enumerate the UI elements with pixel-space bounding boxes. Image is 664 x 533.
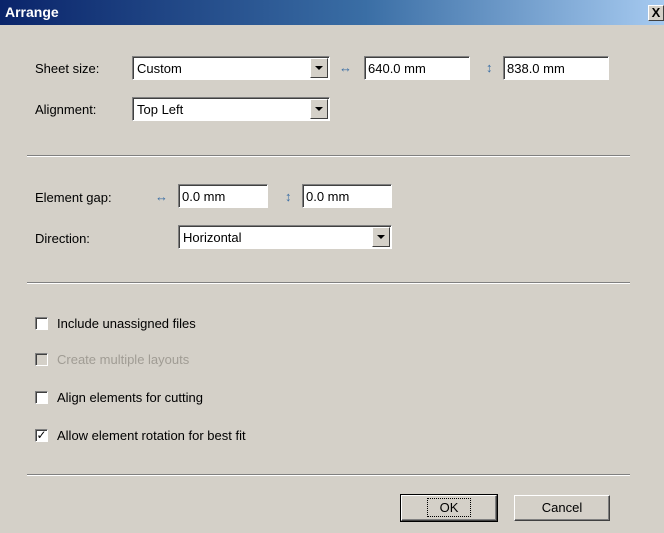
sheet-width-value: 640.0 mm [368, 61, 426, 76]
window-title: Arrange [5, 4, 59, 20]
direction-select[interactable]: Horizontal [178, 225, 392, 249]
sheet-height-value: 838.0 mm [507, 61, 565, 76]
sheet-width-field[interactable]: 640.0 mm [364, 56, 470, 80]
create-multiple-layouts-label: Create multiple layouts [57, 352, 190, 367]
gap-horizontal-value: 0.0 mm [182, 189, 226, 204]
section-divider [27, 155, 630, 157]
sheet-size-label: Sheet size: [35, 61, 100, 76]
chevron-down-icon[interactable] [310, 99, 328, 119]
gap-horizontal-field[interactable]: 0.0 mm [178, 184, 268, 208]
vertical-arrows-icon: ↕ [486, 60, 493, 75]
direction-value: Horizontal [183, 230, 242, 245]
chevron-down-icon[interactable] [310, 58, 328, 78]
element-gap-label: Element gap: [35, 190, 112, 205]
section-divider [27, 474, 630, 476]
gap-vertical-value: 0.0 mm [306, 189, 350, 204]
include-unassigned-label: Include unassigned files [57, 316, 196, 331]
horizontal-arrows-icon: ↔ [155, 189, 168, 204]
direction-label: Direction: [35, 231, 90, 246]
ok-button[interactable]: OK [400, 494, 498, 522]
title-bar: Arrange X [0, 0, 664, 25]
align-cutting-checkbox[interactable] [35, 391, 48, 404]
sheet-height-field[interactable]: 838.0 mm [503, 56, 609, 80]
vertical-arrows-icon: ↕ [285, 189, 292, 204]
ok-button-label: OK [426, 498, 472, 517]
horizontal-arrows-icon: ↔ [339, 60, 352, 75]
chevron-down-icon[interactable] [372, 227, 390, 247]
gap-vertical-field[interactable]: 0.0 mm [302, 184, 392, 208]
alignment-value: Top Left [137, 102, 184, 117]
allow-rotation-checkbox[interactable]: ✓ [35, 429, 48, 442]
sheet-size-value: Custom [137, 61, 182, 76]
checkmark-icon: ✓ [36, 428, 47, 442]
cancel-button[interactable]: Cancel [514, 495, 610, 521]
alignment-label: Alignment: [35, 102, 97, 117]
close-button[interactable]: X [648, 5, 664, 21]
include-unassigned-checkbox[interactable] [35, 317, 48, 330]
create-multiple-layouts-checkbox [35, 353, 48, 366]
section-divider [27, 282, 630, 284]
allow-rotation-label: Allow element rotation for best fit [57, 428, 246, 443]
alignment-select[interactable]: Top Left [132, 97, 330, 121]
align-cutting-label: Align elements for cutting [57, 390, 203, 405]
sheet-size-select[interactable]: Custom [132, 56, 330, 80]
